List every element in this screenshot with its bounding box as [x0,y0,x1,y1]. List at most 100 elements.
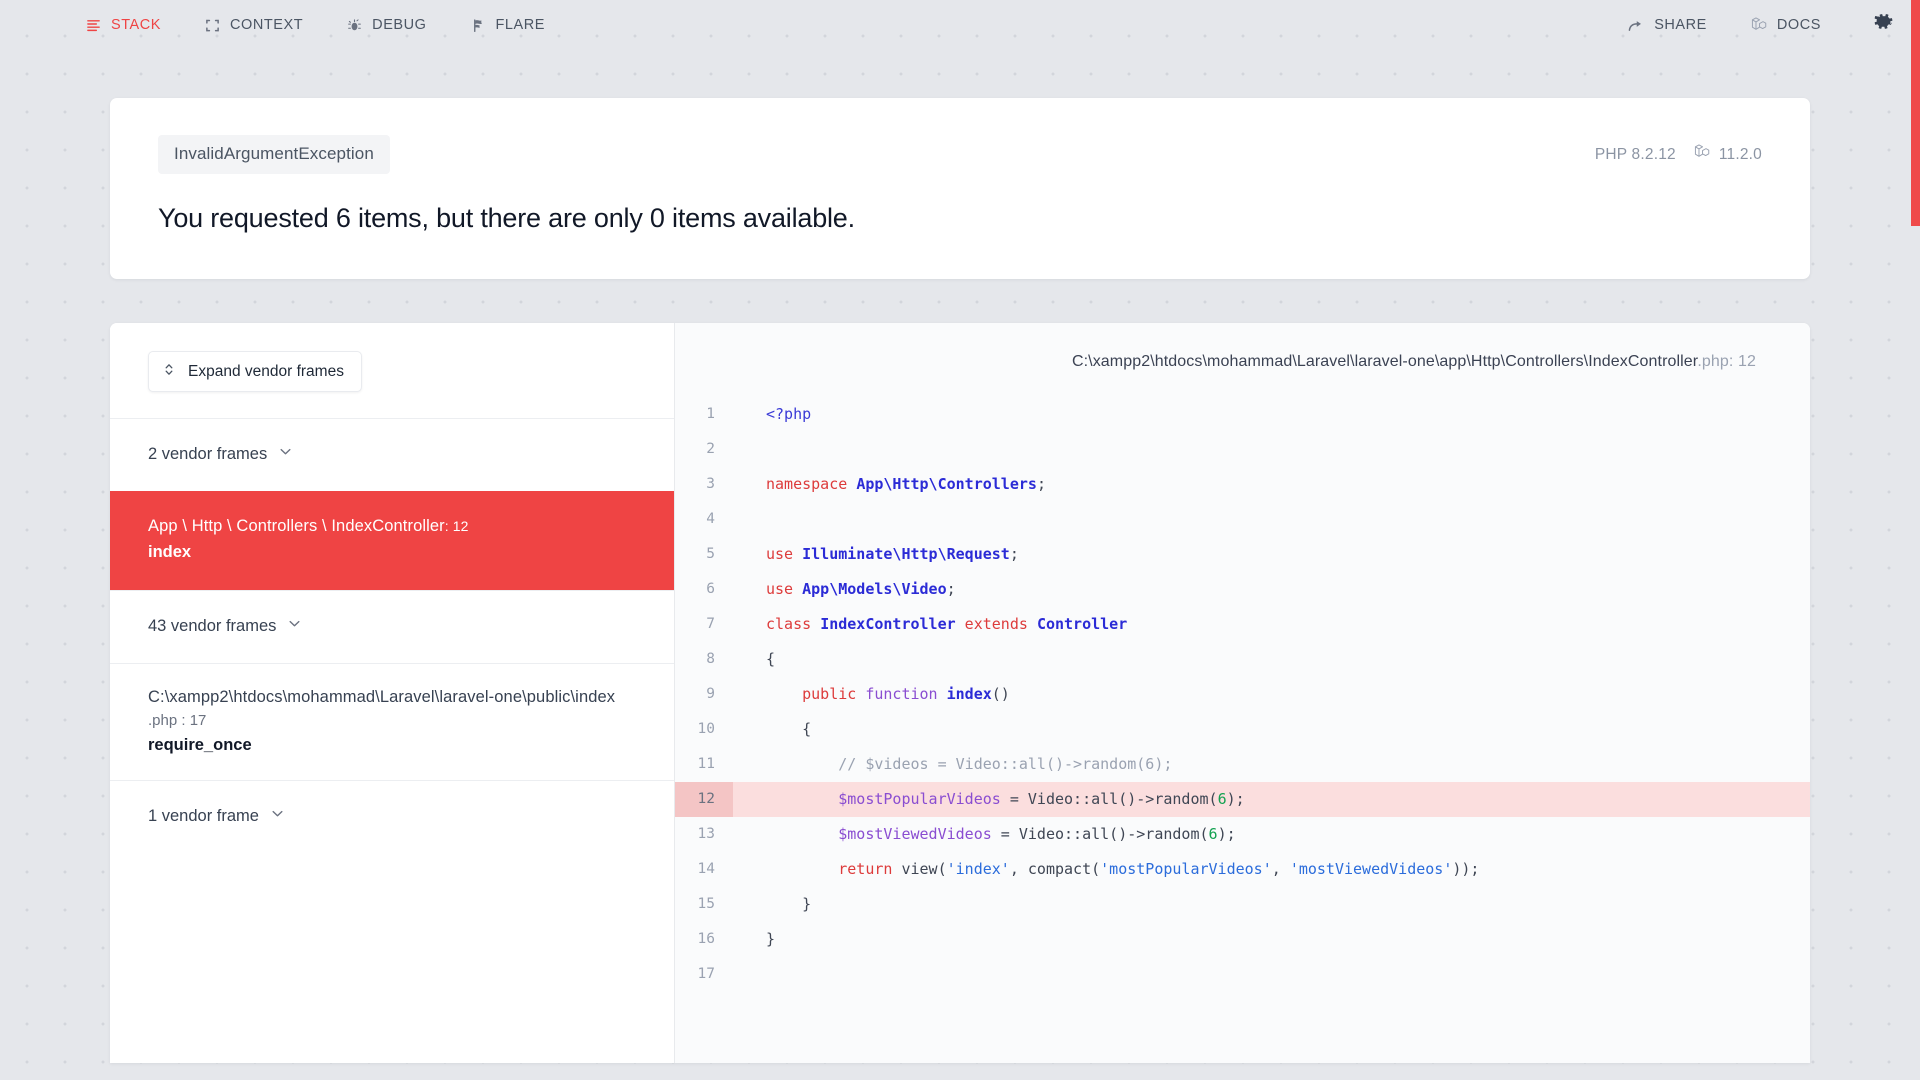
docs-button[interactable]: DOCS [1751,17,1821,33]
code-line-content-16: } [766,930,776,949]
code-line-number-4: 4 [706,511,715,528]
flare-flag-icon [471,18,486,33]
code-line-11: 11 // $videos = Video::all()->random(6); [675,747,1810,782]
code-line-16: 16} [675,922,1810,957]
code-line-number-7: 7 [706,616,715,633]
code-line-6: 6 use App\Models\Video; [675,572,1810,607]
code-line-14: 14 return view('index', compact('mostPop… [675,852,1810,887]
nav-tab-context-label: CONTEXT [230,16,304,33]
code-line-12: 12 $mostPopularVideos = Video::all()->ra… [675,782,1810,818]
sort-chevrons-icon [163,362,175,381]
crop-frame-icon [205,18,220,33]
page-scrollbar-track[interactable] [1911,0,1920,1080]
frame-app-indexcontroller-title: App \ Http \ Controllers \ IndexControll… [148,515,636,539]
laravel-logo-icon [1694,144,1710,165]
frames-sidebar-header: Expand vendor frames [110,323,674,418]
stack-lines-icon [86,18,101,33]
code-line-number-16: 16 [697,931,715,948]
frame-vendor-group-1[interactable]: 2 vendor frames [110,418,674,491]
code-line-4: 4 [675,502,1810,537]
code-line-number-11: 11 [697,756,715,773]
code-line-9: 9 public function index() [675,677,1810,712]
share-button-label: SHARE [1654,16,1707,33]
code-line-content-2 [733,432,1810,467]
code-line-content-9: public function index() [802,685,1010,704]
code-lines-container: 1 <?php 2 3 namespace App\Http\Controllers;… [675,397,1810,992]
docs-button-label: DOCS [1776,16,1821,33]
nav-tab-debug[interactable]: DEBUG [347,18,426,33]
code-line-number-2: 2 [706,441,715,458]
exception-card-top-row: InvalidArgumentException PHP 8.2.12 11.2… [158,135,1762,174]
share-button[interactable]: SHARE [1628,18,1707,33]
php-version-label: PHP 8.2.12 [1594,145,1676,163]
code-line-number-8: 8 [706,651,715,668]
code-file-path[interactable]: C:\xampp2\htdocs\mohammad\Laravel\larave… [675,323,1810,397]
nav-tab-stack[interactable]: STACK [86,18,161,33]
nav-left-group: STACK CONTEXT DEBUG FLARE [86,18,545,33]
laravel-logo-icon [1751,17,1767,33]
nav-tab-flare[interactable]: FLARE [471,18,546,33]
top-navigation-bar: STACK CONTEXT DEBUG FLARE SHARE DOCS [0,0,1920,50]
frames-sidebar: Expand vendor frames 2 vendor frames App… [110,323,675,1064]
code-line-content-7: class IndexController extends Controller [766,615,1128,634]
code-line-number-15: 15 [697,896,715,913]
frame-app-public-index-method: require_once [148,735,252,754]
code-viewer: C:\xampp2\htdocs\mohammad\Laravel\larave… [675,323,1810,1064]
page-scrollbar-thumb[interactable] [1911,0,1920,226]
code-line-content-14: return view('index', compact('mostPopula… [838,860,1480,879]
code-line-2: 2 [675,432,1810,467]
page-content: InvalidArgumentException PHP 8.2.12 11.2… [0,98,1920,1064]
code-line-number-13: 13 [697,826,715,843]
code-line-content-10: { [766,720,812,739]
chevron-down-icon [278,443,293,467]
code-line-content-15: } [766,895,812,914]
frame-class-path: App \ Http \ Controllers \ IndexControll… [148,517,445,536]
code-line-number-3: 3 [706,476,715,493]
code-line-13: 13 $mostViewedVideos = Video::all()->ran… [675,817,1810,852]
code-line-content-6: use App\Models\Video; [766,580,956,599]
code-line-1: 1 <?php [675,397,1810,432]
chevron-down-icon [287,615,302,639]
code-line-number-12: 12 [675,782,733,818]
code-line-number-17: 17 [697,966,715,983]
nav-right-group: SHARE DOCS [1628,12,1894,38]
frame-vendor-group-3[interactable]: 1 vendor frame [110,779,674,853]
frame-vendor-group-2[interactable]: 43 vendor frames [110,590,674,663]
code-line-number-10: 10 [697,721,715,738]
code-line-10: 10 { [675,712,1810,747]
exception-card: InvalidArgumentException PHP 8.2.12 11.2… [110,98,1810,280]
nav-tab-debug-label: DEBUG [372,16,427,33]
code-line-content-3: namespace App\Http\Controllers; [766,475,1046,494]
frame-app-indexcontroller[interactable]: App \ Http \ Controllers \ IndexControll… [110,491,674,591]
code-line-3: 3 namespace App\Http\Controllers; [675,467,1810,502]
frame-line-number: : 12 [444,518,469,535]
laravel-version-label: 11.2.0 [1718,145,1762,163]
code-line-17: 17 [675,957,1810,992]
code-line-7: 7 class IndexController extends Controlle… [675,607,1810,642]
exception-message: You requested 6 items, but there are onl… [158,202,855,233]
code-line-8: 8{ [675,642,1810,677]
code-line-number-14: 14 [697,861,715,878]
code-line-number-9: 9 [706,686,715,703]
expand-vendor-frames-label: Expand vendor frames [188,363,344,381]
stack-trace-panel: Expand vendor frames 2 vendor frames App… [110,323,1810,1064]
code-line-number-1: 1 [706,406,715,423]
settings-button[interactable] [1873,12,1894,38]
expand-vendor-frames-button[interactable]: Expand vendor frames [148,351,362,393]
code-line-content-5: use Illuminate\Http\Request; [766,545,1019,564]
nav-tab-stack-label: STACK [111,16,162,33]
code-line-content-17 [733,957,1810,992]
share-arrow-icon [1628,18,1644,33]
frame-app-public-index[interactable]: C:\xampp2\htdocs\mohammad\Laravel\larave… [110,663,674,780]
code-line-content-13: $mostViewedVideos = Video::all()->random… [838,825,1236,844]
nav-tab-context[interactable]: CONTEXT [205,18,303,33]
code-file-line: : 12 [1728,353,1756,371]
exception-type-badge: InvalidArgumentException [158,135,390,174]
code-line-content-1: <?php [766,405,812,424]
frame-vendor-group-2-label: 43 vendor frames [148,617,277,636]
code-line-number-5: 5 [706,546,715,563]
nav-tab-flare-label: FLARE [495,16,545,33]
code-line-15: 15 } [675,887,1810,922]
code-line-content-11: // $videos = Video::all()->random(6); [838,755,1173,774]
code-file-path-main: C:\xampp2\htdocs\mohammad\Laravel\larave… [1071,353,1698,371]
